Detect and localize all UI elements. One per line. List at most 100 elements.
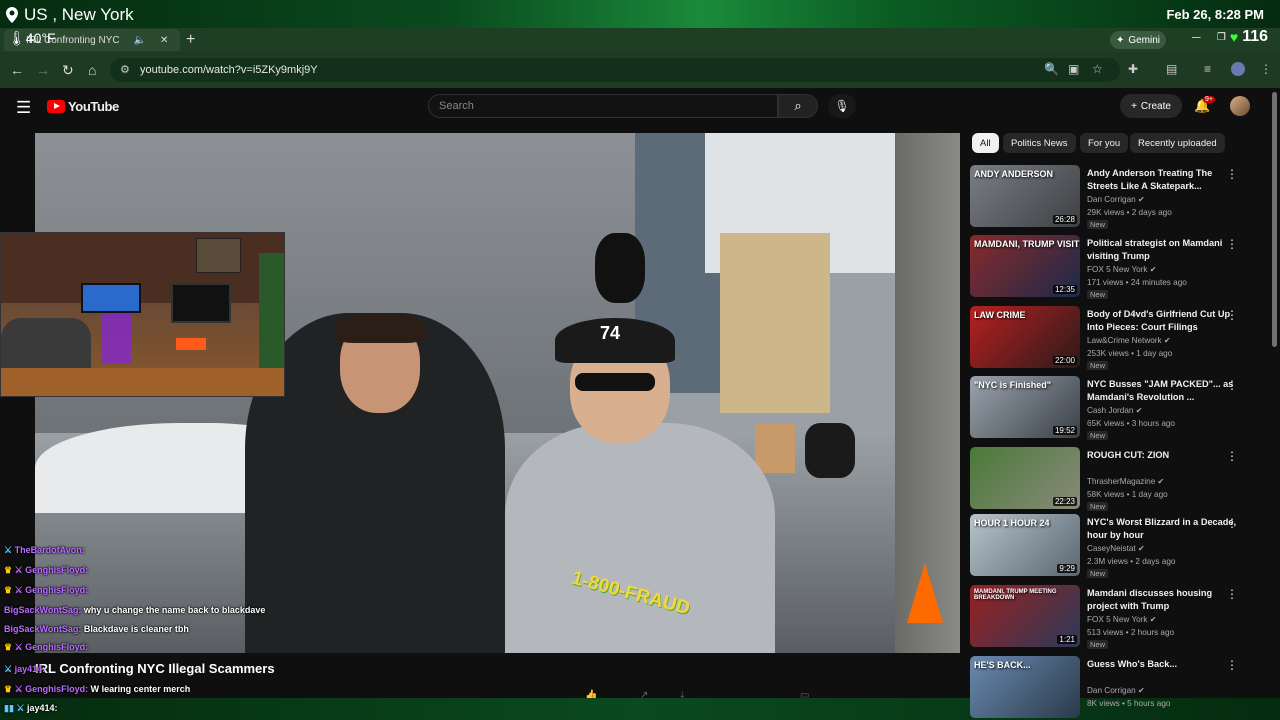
search-icon: ⌕ — [794, 98, 802, 113]
webcam-monitor — [81, 283, 141, 313]
window-restore-icon[interactable]: ❐ — [1217, 32, 1226, 43]
webcam-pc-glow — [101, 313, 131, 363]
recommendation-title[interactable]: NYC Busses "JAM PACKED"... as Mamdani's … — [1087, 378, 1237, 403]
chat-message: BigSackWontSag: why u change the name ba… — [4, 605, 265, 615]
media-controls-icon[interactable]: ≡ — [1204, 62, 1211, 76]
recommendation-title[interactable]: Body of D4vd's Girlfriend Cut Up Into Pi… — [1087, 308, 1237, 333]
video-meta: 2.3M views • 2 days ago — [1087, 557, 1176, 566]
video-thumbnail[interactable]: "NYC is Finished" 19:52 — [970, 376, 1080, 438]
chat-text: W learing center merch — [90, 684, 191, 694]
more-options-icon[interactable]: ⋮ — [1226, 658, 1238, 672]
chat-username: GenghisFloyd: — [25, 565, 89, 575]
video-thumbnail[interactable]: 22:23 — [970, 447, 1080, 509]
chat-username: jay414: — [26, 703, 58, 713]
chat-sub-icon: ⚔ — [14, 585, 26, 595]
youtube-logo[interactable]: YouTube — [47, 99, 119, 114]
recommendation-title[interactable]: NYC's Worst Blizzard in a Decade, hour b… — [1087, 516, 1237, 541]
profile-icon[interactable] — [1231, 62, 1245, 76]
new-tab-button[interactable]: + — [186, 31, 195, 49]
chat-message: ♛ ⚔ GenghisFloyd: W learing center merch — [4, 684, 190, 695]
more-options-icon[interactable]: ⋮ — [1226, 449, 1238, 463]
chip-politics-news[interactable]: Politics News — [1003, 133, 1076, 153]
video-meta: 253K views • 1 day ago — [1087, 349, 1173, 358]
microphone-icon: 🎙 — [834, 99, 850, 113]
create-button[interactable]: + Create — [1120, 94, 1182, 118]
split-view-icon[interactable]: ▤ — [1166, 62, 1177, 76]
chip-recently-uploaded[interactable]: Recently uploaded — [1130, 133, 1225, 153]
plus-icon: + — [1131, 100, 1137, 112]
location-pin-icon — [6, 7, 18, 23]
recommendation-title[interactable]: Guess Who's Back... — [1087, 658, 1237, 671]
back-icon[interactable]: ← — [10, 62, 24, 78]
video-thumbnail[interactable]: MAMDANI, TRUMP VISIT 12:35 — [970, 235, 1080, 297]
video-thumbnail[interactable]: LAW CRIME 22:00 — [970, 306, 1080, 368]
address-bar[interactable]: youtube.com/watch?v=i5ZKy9mkj9Y — [110, 58, 1120, 82]
channel-name[interactable]: Dan Corrigan ✔ — [1087, 685, 1145, 695]
recommendation-item[interactable]: HOUR 1 HOUR 24 9:29 NYC's Worst Blizzard i… — [970, 514, 1265, 578]
video-thumbnail[interactable]: HOUR 1 HOUR 24 9:29 — [970, 514, 1080, 576]
recommendation-item[interactable]: 22:23 ROUGH CUT: ZION ThrasherMagazine ✔ 58… — [970, 447, 1265, 511]
channel-name[interactable]: Law&Crime Network ✔ — [1087, 335, 1171, 345]
voice-search-button[interactable]: 🎙 — [828, 94, 856, 118]
home-icon[interactable]: ⌂ — [88, 62, 96, 78]
zoom-icon[interactable]: 🔍 — [1044, 62, 1059, 76]
account-avatar[interactable] — [1230, 96, 1250, 116]
search-input[interactable]: Search — [428, 94, 778, 118]
gemini-button[interactable]: ✦ Gemini — [1110, 31, 1166, 49]
video-meta: 29K views • 2 days ago — [1087, 208, 1172, 217]
chip-all[interactable]: All — [972, 133, 999, 153]
heart-icon: ♥ — [1229, 29, 1239, 45]
menu-dots-icon[interactable]: ⋮ — [1260, 62, 1272, 76]
video-thumbnail[interactable]: ANDY ANDERSON 26:28 — [970, 165, 1080, 227]
recommendation-item[interactable]: MAMDANI, TRUMP MEETING BREAKDOWN 1:21 Mamd… — [970, 585, 1265, 649]
recommendation-item[interactable]: ANDY ANDERSON 26:28 Andy Anderson Treating… — [970, 165, 1265, 229]
channel-name[interactable]: CaseyNeistat ✔ — [1087, 543, 1145, 553]
channel-name[interactable]: Cash Jordan ✔ — [1087, 405, 1143, 415]
tab-close-icon[interactable]: ✕ — [160, 35, 168, 46]
thumbnail-text: "NYC is Finished" — [974, 380, 1052, 390]
recommendation-item[interactable]: LAW CRIME 22:00 Body of D4vd's Girlfriend … — [970, 306, 1265, 370]
more-options-icon[interactable]: ⋮ — [1226, 167, 1238, 181]
channel-name[interactable]: ThrasherMagazine ✔ — [1087, 476, 1164, 486]
recommendation-item[interactable]: HE'S BACK... Guess Who's Back... Dan Corri… — [970, 656, 1265, 720]
video-thumbnail[interactable]: MAMDANI, TRUMP MEETING BREAKDOWN 1:21 — [970, 585, 1080, 647]
chat-sub-icon: ⚔ — [14, 565, 26, 575]
chat-message: ♛ ⚔ GenghisFloyd: — [4, 642, 88, 653]
recommendation-title[interactable]: Political strategist on Mamdani visiting… — [1087, 237, 1237, 262]
chat-message: ▮▮ ⚔ jay414: — [4, 703, 58, 714]
recommendation-title[interactable]: Mamdani discusses housing project with T… — [1087, 587, 1237, 612]
webcam-plant — [259, 253, 284, 373]
channel-name[interactable]: FOX 5 New York ✔ — [1087, 264, 1157, 274]
forward-icon[interactable]: → — [36, 62, 50, 78]
recommendation-item[interactable]: "NYC is Finished" 19:52 NYC Busses "JAM PA… — [970, 376, 1265, 440]
bookmark-star-icon[interactable]: ☆ — [1092, 62, 1103, 76]
minimize-button[interactable]: ─ — [1192, 30, 1201, 44]
youtube-logo-text: YouTube — [68, 99, 119, 114]
hamburger-menu-icon[interactable]: ☰ — [16, 98, 31, 118]
reload-icon[interactable]: ↻ — [62, 62, 74, 79]
more-options-icon[interactable]: ⋮ — [1226, 516, 1238, 530]
tab-audio-icon[interactable]: 🔈 — [134, 35, 146, 46]
video-meta: 171 views • 24 minutes ago — [1087, 278, 1187, 287]
extensions-icon[interactable]: ✚ — [1128, 62, 1138, 76]
more-options-icon[interactable]: ⋮ — [1226, 237, 1238, 251]
install-app-icon[interactable]: ▣ — [1068, 62, 1079, 76]
chat-text: Blackdave is cleaner tbh — [83, 624, 189, 634]
video-thumbnail[interactable]: HE'S BACK... — [970, 656, 1080, 718]
site-info-icon[interactable]: ⚙ — [120, 63, 130, 76]
thumbnail-text: MAMDANI, TRUMP VISIT — [974, 239, 1080, 249]
more-options-icon[interactable]: ⋮ — [1226, 308, 1238, 322]
chip-for-you[interactable]: For you — [1080, 133, 1129, 153]
channel-name[interactable]: FOX 5 New York ✔ — [1087, 614, 1157, 624]
channel-name[interactable]: Dan Corrigan ✔ — [1087, 194, 1145, 204]
recommendation-title[interactable]: Andy Anderson Treating The Streets Like … — [1087, 167, 1237, 192]
more-options-icon[interactable]: ⋮ — [1226, 378, 1238, 392]
recommendation-title[interactable]: ROUGH CUT: ZION — [1087, 449, 1237, 462]
recommendation-item[interactable]: MAMDANI, TRUMP VISIT 12:35 Political strat… — [970, 235, 1265, 299]
stream-overlay-top — [0, 0, 1280, 28]
more-options-icon[interactable]: ⋮ — [1226, 587, 1238, 601]
chat-message: BigSackWontSag: Blackdave is cleaner tbh — [4, 624, 189, 634]
scrollbar[interactable] — [1272, 92, 1277, 347]
search-button[interactable]: ⌕ — [778, 94, 818, 118]
webcam-poster — [196, 238, 241, 273]
